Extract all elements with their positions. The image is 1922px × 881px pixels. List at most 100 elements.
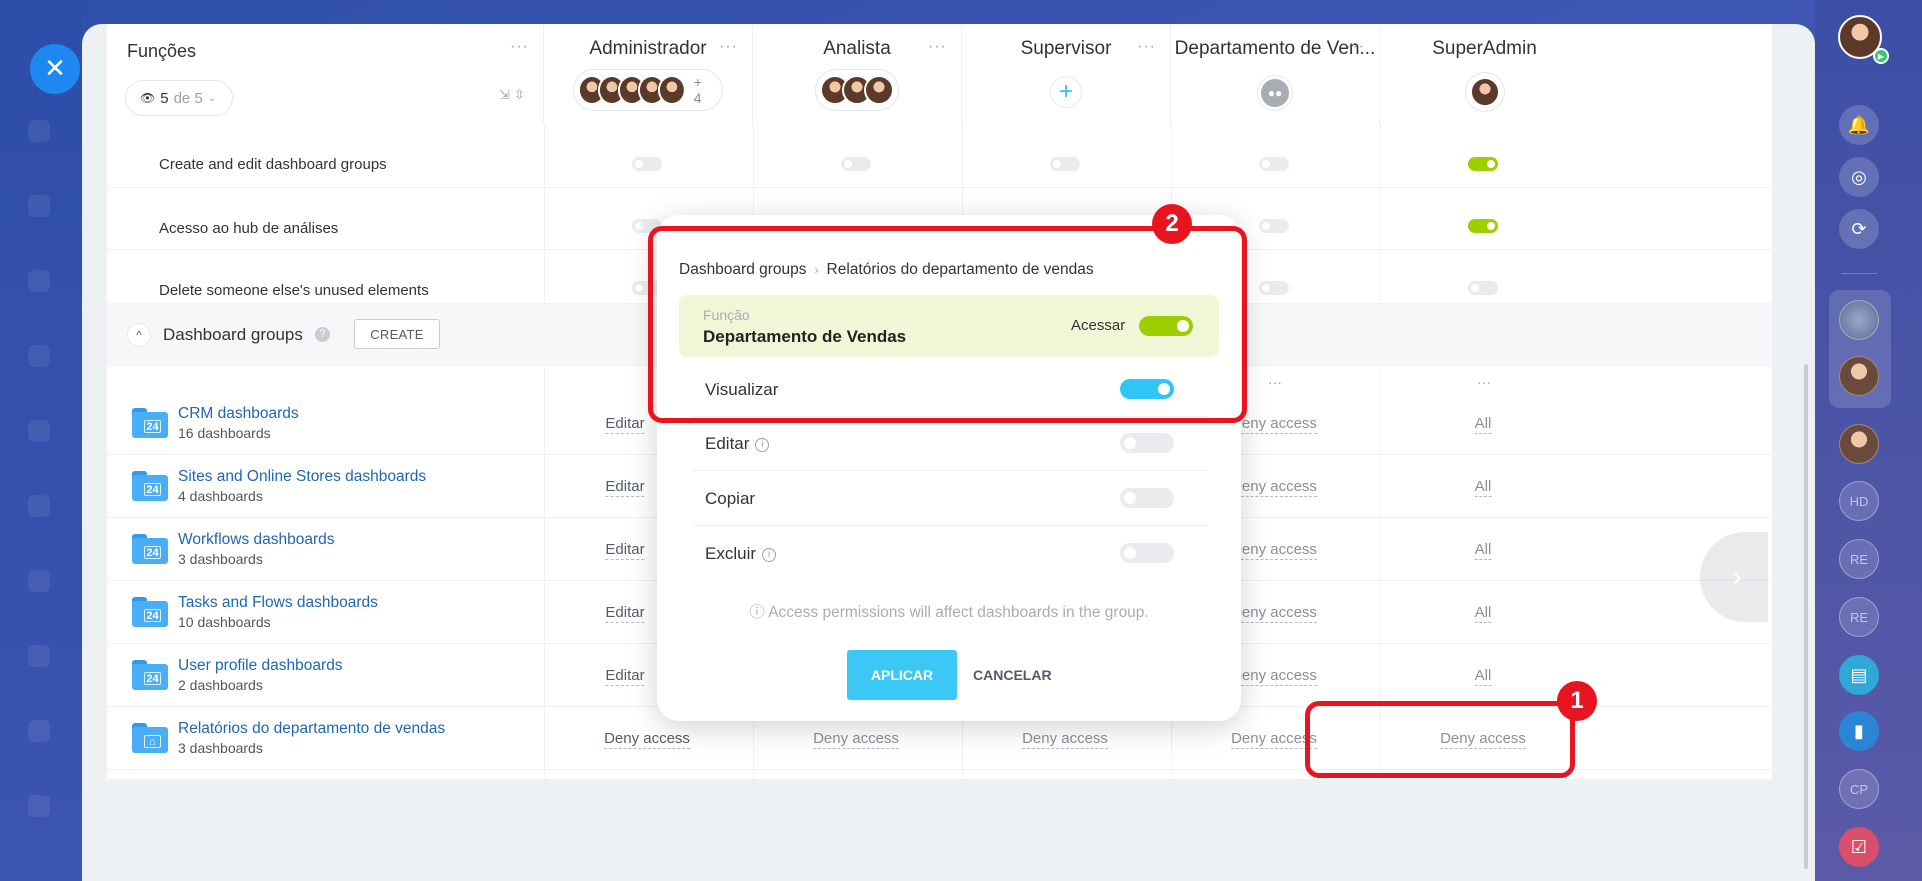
permission-option: Copiar (692, 471, 1208, 526)
access-level-cell[interactable]: Deny access (1231, 415, 1317, 434)
role-filter[interactable]: 👁 5 de 5 ⌄ (125, 80, 233, 116)
vertical-scrollbar[interactable] (1804, 364, 1808, 869)
chevron-up-icon[interactable]: ^ (127, 323, 151, 347)
permission-toggle[interactable] (1050, 157, 1080, 171)
permission-toggle[interactable] (1468, 219, 1498, 233)
ghost-icon (28, 120, 50, 142)
permission-toggle[interactable] (1259, 219, 1289, 233)
folder-icon: 24 (132, 408, 168, 438)
left-background (0, 0, 82, 881)
info-icon[interactable]: i (755, 438, 770, 452)
group-count: 2 dashboards (178, 677, 263, 693)
access-level-cell[interactable]: Deny access (1231, 604, 1317, 623)
create-button[interactable]: CREATE (354, 319, 440, 349)
ghost-icon (28, 645, 50, 667)
access-level-cell[interactable]: Deny access (1022, 730, 1108, 749)
role-members[interactable]: + 4 (572, 69, 724, 111)
more-icon[interactable]: ··· (1346, 38, 1365, 56)
option-label: Editar i (705, 434, 770, 454)
group-name-link[interactable]: Workflows dashboards (178, 531, 335, 549)
permission-toggle[interactable] (632, 157, 662, 171)
role-members[interactable] (815, 69, 899, 111)
access-level-cell[interactable]: Deny access (604, 730, 690, 749)
permission-option: Excluir i (692, 526, 1208, 581)
filter-count: 5 (160, 89, 169, 107)
ghost-icon (28, 720, 50, 742)
option-label: Excluir i (705, 544, 777, 564)
target-icon[interactable]: ◎ (1839, 157, 1879, 197)
ghost-icon (28, 345, 50, 367)
option-toggle[interactable] (1120, 488, 1174, 508)
access-level-cell[interactable]: Editar (605, 478, 645, 497)
access-level-cell[interactable]: All (1474, 415, 1492, 434)
access-level-cell[interactable]: All (1474, 478, 1492, 497)
divider (1841, 273, 1877, 274)
checklist-icon[interactable]: ☑ (1839, 827, 1879, 867)
permission-row: Create and edit dashboard groups (107, 124, 1772, 188)
access-level-cell[interactable]: Deny access (813, 730, 899, 749)
collapse-expand-icon[interactable]: ⇲⇳ (499, 87, 529, 103)
group-name-link[interactable]: User profile dashboards (178, 657, 343, 675)
bell-icon[interactable]: 🔔 (1839, 105, 1879, 145)
access-level-cell[interactable]: Editar (605, 667, 645, 686)
cancel-button[interactable]: CANCELAR (973, 650, 1052, 700)
callout-highlight (648, 226, 1247, 423)
chat-avatar[interactable] (1839, 300, 1879, 340)
group-name-link[interactable]: Sites and Online Stores dashboards (178, 468, 426, 486)
more-icon[interactable]: ··· (928, 38, 947, 56)
close-button[interactable]: ✕ (30, 44, 80, 94)
chevron-right-icon: › (1732, 560, 1742, 593)
ghost-icon (28, 270, 50, 292)
access-level-cell[interactable]: Editar (605, 604, 645, 623)
permission-toggle[interactable] (1468, 157, 1498, 171)
group-name-link[interactable]: Tasks and Flows dashboards (178, 594, 378, 612)
group-count: 16 dashboards (178, 425, 271, 441)
permission-label: Acesso ao hub de análises (159, 220, 339, 237)
permission-toggle[interactable] (841, 157, 871, 171)
chat-avatar[interactable] (1839, 424, 1879, 464)
sync-icon[interactable]: ⟳ (1839, 209, 1879, 249)
group-name-link[interactable]: Relatórios do departamento de vendas (178, 720, 445, 738)
access-level-cell[interactable]: Editar (605, 541, 645, 560)
add-member-button[interactable]: + (1050, 76, 1082, 108)
chat-icon[interactable]: ▤ (1839, 655, 1879, 695)
role-column-header: Supervisor ··· + (962, 24, 1171, 124)
more-icon[interactable]: ··· (719, 38, 738, 56)
access-level-cell[interactable]: All (1474, 604, 1492, 623)
role-name: SuperAdmin (1432, 38, 1537, 59)
access-level-cell[interactable]: Deny access (1231, 478, 1317, 497)
role-members[interactable] (1464, 72, 1505, 112)
help-icon[interactable]: ? (315, 327, 330, 342)
plus-icon: + (1058, 78, 1073, 105)
chat-avatar[interactable]: RE (1839, 539, 1879, 579)
department-group-icon[interactable]: ●● (1258, 76, 1292, 110)
folder-icon: 24 (132, 534, 168, 564)
apply-button[interactable]: APLICAR (847, 650, 957, 700)
close-icon: ✕ (44, 54, 66, 84)
chat-avatar[interactable]: CP (1839, 769, 1879, 809)
more-icon[interactable]: ··· (510, 38, 529, 56)
access-level-cell[interactable]: All (1474, 541, 1492, 560)
chat-avatar[interactable]: RE (1839, 597, 1879, 637)
section-title: Dashboard groups (163, 325, 303, 344)
more-icon[interactable]: ··· (1268, 374, 1282, 390)
option-toggle[interactable] (1120, 543, 1174, 563)
access-level-cell[interactable]: All (1474, 667, 1492, 686)
chat-avatar[interactable] (1839, 356, 1879, 396)
permission-toggle[interactable] (1468, 281, 1498, 295)
option-toggle[interactable] (1120, 433, 1174, 453)
folder-icon: 24 (132, 660, 168, 690)
access-level-cell[interactable]: Deny access (1231, 541, 1317, 560)
bookmark-icon[interactable]: ▮ (1839, 711, 1879, 751)
more-icon[interactable]: ··· (1477, 374, 1491, 390)
permission-toggle[interactable] (1259, 281, 1289, 295)
group-name-link[interactable]: CRM dashboards (178, 405, 299, 423)
info-icon[interactable]: i (762, 548, 777, 562)
chat-avatar[interactable]: HD (1839, 481, 1879, 521)
more-icon[interactable]: ··· (1137, 38, 1156, 56)
access-level-cell[interactable]: Editar (605, 415, 645, 434)
avatar (1469, 77, 1500, 107)
functions-title: Funções (127, 41, 197, 61)
access-level-cell[interactable]: Deny access (1231, 667, 1317, 686)
permission-toggle[interactable] (1259, 157, 1289, 171)
